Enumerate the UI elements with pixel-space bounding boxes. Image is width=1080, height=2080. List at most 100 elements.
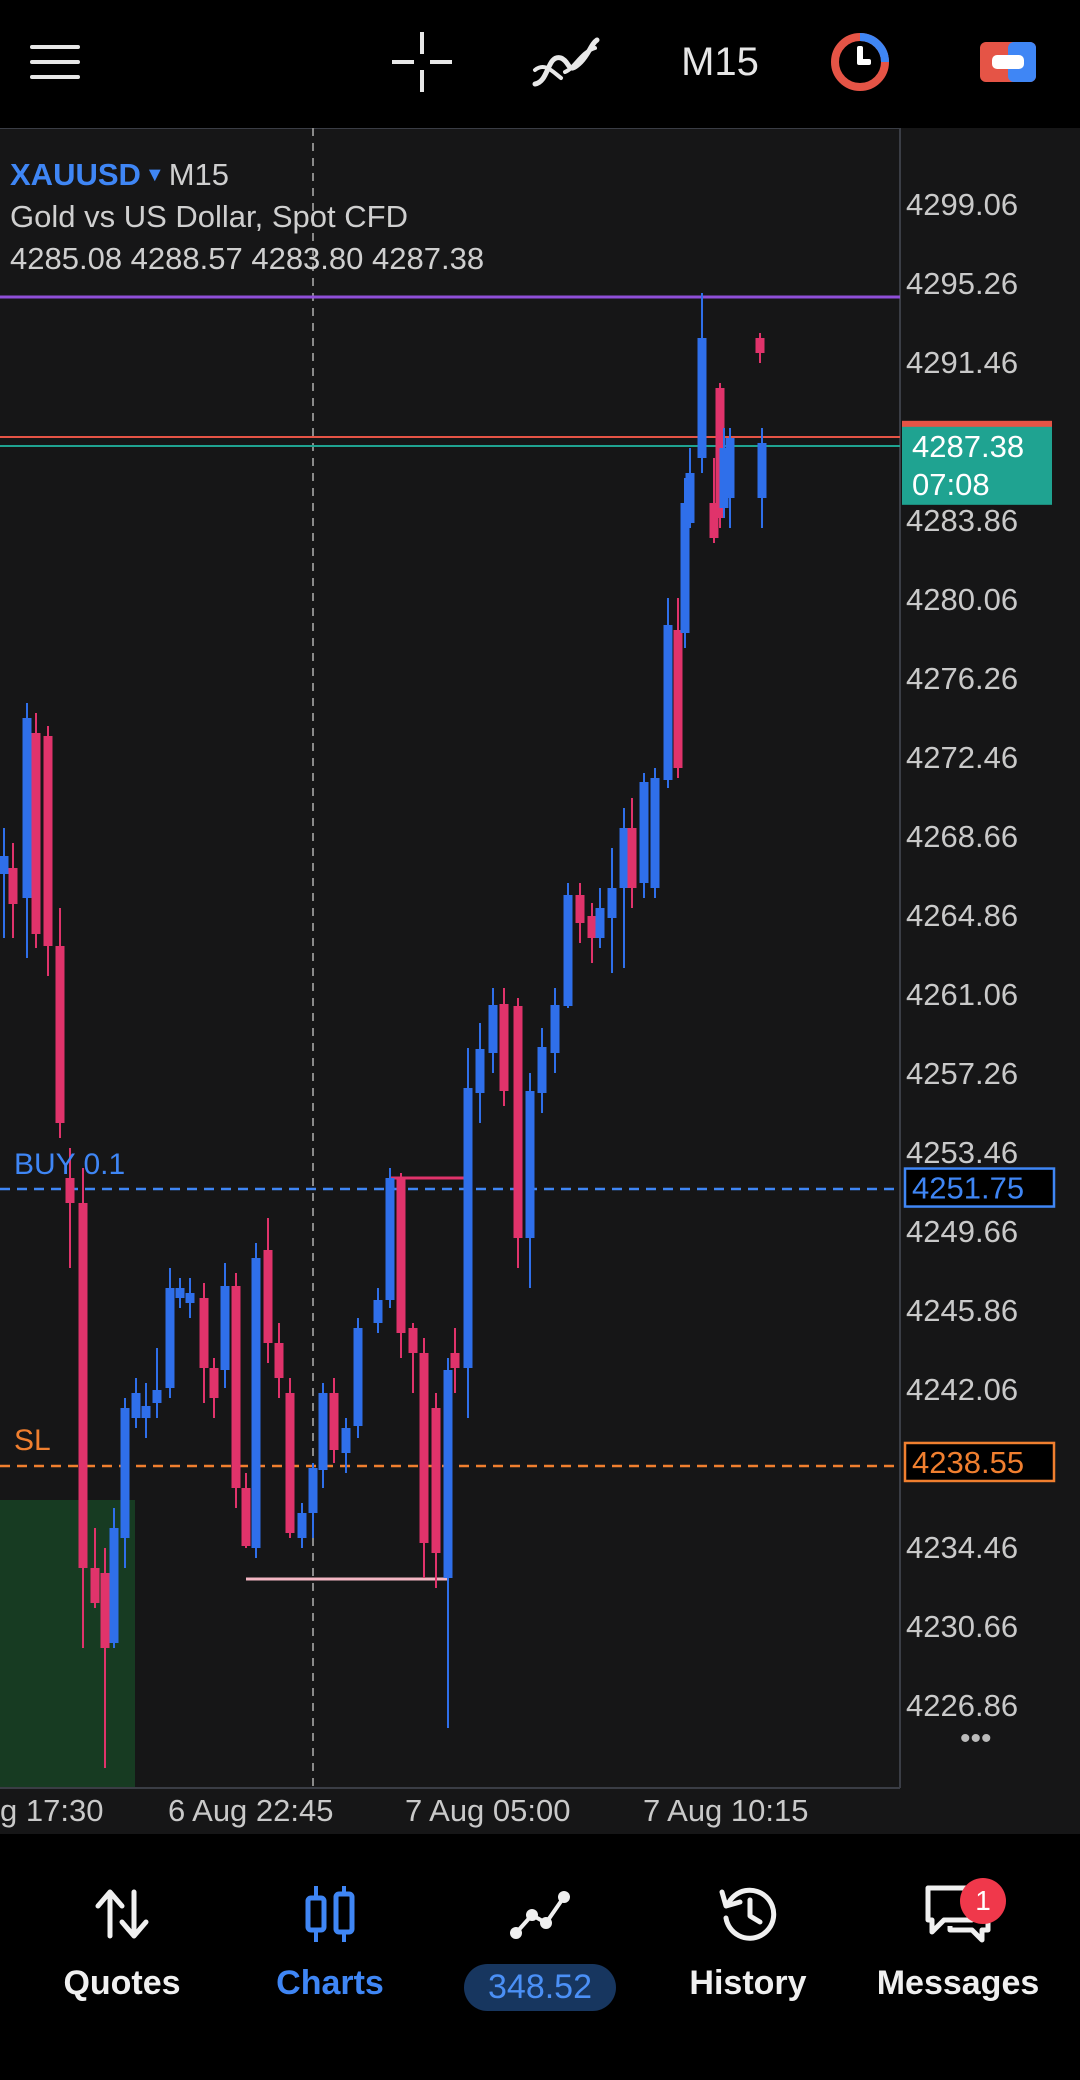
candle-body: [499, 1004, 509, 1091]
bottom-navigation: Quotes Charts 348.52 History Messages 1: [0, 1834, 1080, 2080]
candle-body: [685, 473, 695, 523]
price-axis-label: 4276.26: [906, 661, 1018, 696]
sl-price-label: 4238.55: [912, 1445, 1024, 1480]
nav-charts[interactable]: Charts: [230, 1876, 430, 2026]
candle-bull: [650, 768, 660, 898]
candle-body: [673, 630, 683, 768]
price-axis-label: 4249.66: [906, 1214, 1018, 1249]
trade-balance-pill: 348.52: [464, 1964, 616, 2011]
candle-body: [663, 625, 673, 780]
candle-body: [475, 1049, 485, 1093]
candle-body: [120, 1408, 130, 1538]
one-click-trading-button[interactable]: [812, 14, 908, 110]
candle-body: [537, 1047, 547, 1093]
price-axis-label: 4283.86: [906, 503, 1018, 538]
candle-bear: [285, 1378, 295, 1538]
timeframe-selector[interactable]: M15: [672, 22, 768, 102]
candle-bear: [419, 1338, 429, 1578]
candle-body: [297, 1513, 307, 1538]
candle-body: [0, 856, 9, 874]
current-price-label: 4287.38: [912, 429, 1024, 464]
candle-body: [109, 1528, 119, 1643]
candle-body: [209, 1368, 219, 1398]
price-chart[interactable]: 4299.064295.264291.464287.664283.864280.…: [0, 128, 1080, 1834]
nav-trade[interactable]: 348.52: [440, 1876, 640, 2026]
crosshair-icon: [392, 32, 452, 92]
candle-body: [595, 908, 605, 938]
price-axis-label: 4295.26: [906, 266, 1018, 301]
candle-body: [220, 1286, 230, 1370]
trade-button[interactable]: [960, 14, 1056, 110]
candle-bull: [353, 1318, 363, 1438]
more-options-indicator[interactable]: •••: [960, 1722, 992, 1755]
candle-body: [175, 1288, 185, 1298]
symbol-selector[interactable]: XAUUSD: [10, 157, 141, 192]
price-axis-label: 4226.86: [906, 1688, 1018, 1723]
nav-charts-label: Charts: [276, 1964, 384, 2002]
candle-body: [587, 916, 597, 938]
nav-quotes[interactable]: Quotes: [22, 1876, 222, 2026]
candle-bull: [563, 883, 573, 1008]
price-axis-label: 4257.26: [906, 1056, 1018, 1091]
candle-body: [285, 1393, 295, 1533]
price-axis-label: 4242.06: [906, 1372, 1018, 1407]
candle-body: [385, 1178, 395, 1300]
candle-body: [697, 338, 707, 458]
price-axis-label: 4299.06: [906, 187, 1018, 222]
candle-body: [329, 1393, 339, 1450]
candle-body: [607, 888, 617, 918]
candle-bull: [663, 598, 673, 788]
candle-body: [408, 1328, 418, 1353]
candle-body: [199, 1298, 209, 1368]
stop-loss-label[interactable]: SL: [14, 1424, 51, 1458]
candle-bear: [396, 1173, 406, 1358]
charts-candles-icon: [305, 1886, 355, 1942]
candle-body: [373, 1300, 383, 1323]
candle-body: [563, 895, 573, 1006]
nav-history-label: History: [689, 1964, 807, 2002]
price-axis-label: 4291.46: [906, 345, 1018, 380]
trade-icon: [980, 42, 1036, 82]
top-toolbar: M15: [0, 0, 1080, 128]
crosshair-button[interactable]: [374, 14, 470, 110]
candle-body: [627, 828, 637, 888]
price-axis-label: 4272.46: [906, 740, 1018, 775]
candle-bear: [231, 1273, 241, 1508]
chart-timeframe: M15: [168, 157, 230, 192]
symbol-description: Gold vs US Dollar, Spot CFD: [10, 199, 408, 234]
chart-area[interactable]: 4299.064295.264291.464287.664283.864280.…: [0, 128, 1080, 1834]
symbol-caret-icon[interactable]: ▼: [145, 164, 165, 186]
candle-body: [619, 828, 629, 888]
candle-body: [308, 1468, 318, 1513]
buy-price-label: 4251.75: [912, 1171, 1024, 1206]
trade-trend-icon: [510, 1891, 570, 1939]
nav-messages-label: Messages: [876, 1964, 1040, 2002]
price-axis-label: 4268.66: [906, 819, 1018, 854]
candle-body: [55, 946, 65, 1123]
candle-body: [31, 733, 41, 934]
candle-body: [650, 778, 660, 888]
candle-bear: [513, 998, 523, 1268]
nav-messages[interactable]: Messages: [858, 1876, 1058, 2026]
candle-body: [231, 1286, 241, 1488]
candle-body: [141, 1406, 151, 1418]
buy-order-label[interactable]: BUY 0.1: [14, 1148, 125, 1182]
price-axis-label: 4245.86: [906, 1293, 1018, 1328]
candle-body: [396, 1178, 406, 1333]
indicators-button[interactable]: [518, 14, 614, 110]
candle-body: [241, 1488, 251, 1546]
price-axis-label: 4230.66: [906, 1609, 1018, 1644]
candle-body: [8, 868, 18, 904]
messages-badge: 1: [960, 1878, 1006, 1924]
candle-body: [100, 1573, 110, 1648]
menu-button[interactable]: [8, 14, 104, 110]
candle-body: [513, 1006, 523, 1238]
candle-body: [185, 1293, 195, 1303]
candle-body: [165, 1288, 175, 1388]
price-axis-label: 4261.06: [906, 977, 1018, 1012]
time-axis-label: 6 Aug 22:45: [168, 1793, 334, 1828]
candle-body: [274, 1343, 284, 1378]
nav-history[interactable]: History: [648, 1876, 848, 2026]
candle-bull: [385, 1168, 395, 1308]
indicators-icon: [532, 37, 600, 87]
